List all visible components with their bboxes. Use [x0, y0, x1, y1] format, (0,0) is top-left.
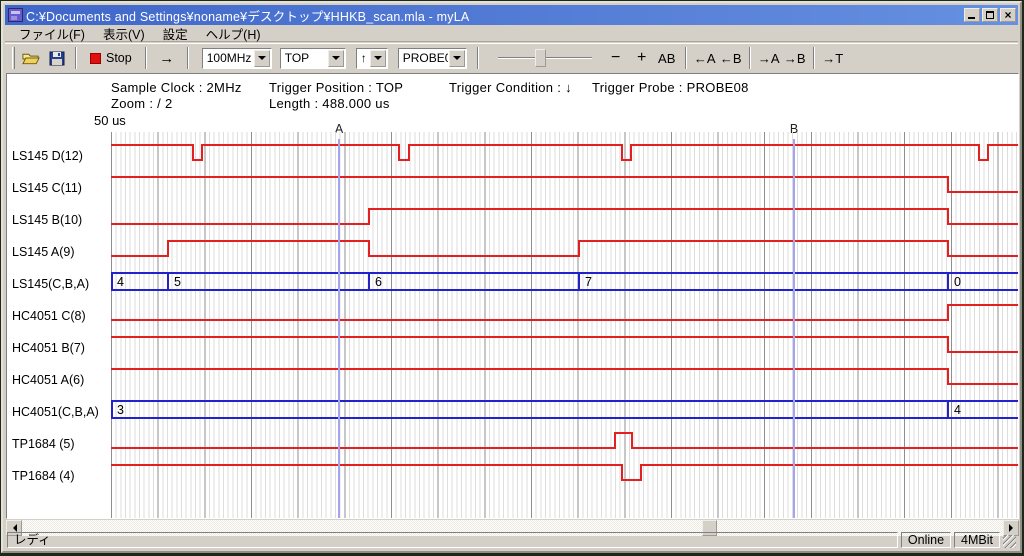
zoom-slider[interactable]: [498, 48, 592, 68]
digital-trace: [111, 241, 1018, 256]
stop-label: Stop: [106, 51, 132, 65]
toolbar-separator: [187, 47, 189, 69]
chevron-down-icon[interactable]: [370, 50, 386, 67]
trigger-probe-info: Trigger Probe : PROBE08: [592, 80, 749, 95]
status-bar: レディ Online 4MBit: [5, 530, 1018, 549]
bus-value: 4: [954, 403, 961, 417]
bus-trace: 4 5 6 7 0: [111, 273, 1018, 290]
run-button[interactable]: →: [152, 47, 182, 69]
trigger-position-combo[interactable]: TOP: [280, 48, 346, 69]
maximize-button[interactable]: [982, 8, 998, 22]
length-info: Length : 488.000 us: [269, 96, 390, 111]
trigger-condition-info: Trigger Condition : ↓: [449, 80, 572, 95]
channel-label: HC4051 A(6): [12, 372, 110, 388]
menu-settings[interactable]: 設定: [155, 23, 196, 44]
resize-grip[interactable]: [1003, 535, 1016, 548]
app-window: C:¥Documents and Settings¥noname¥デスクトップ¥…: [1, 1, 1022, 553]
toolbar-separator: [813, 47, 815, 69]
bus-value: 7: [585, 275, 592, 289]
toolbar-grip: [12, 47, 15, 69]
trigger-probe-combo[interactable]: PROBE00: [398, 48, 467, 69]
bus-value: 5: [174, 275, 181, 289]
chevron-down-icon[interactable]: [449, 50, 465, 67]
trigger-edge-value: ↑: [357, 51, 369, 65]
trigger-probe-value: PROBE00: [399, 51, 448, 65]
toolbar: Stop → 100MHz TOP ↑ PROBE00 − + AB ←A: [5, 43, 1018, 72]
channel-label: TP1684 (4): [12, 468, 110, 484]
minimize-button[interactable]: [964, 8, 980, 22]
toolbar-separator: [477, 47, 479, 69]
trigger-position-info: Trigger Position : TOP: [269, 80, 403, 95]
channel-label: HC4051 C(8): [12, 308, 110, 324]
save-floppy-icon: [49, 51, 65, 66]
goto-b-back-button[interactable]: ←B: [718, 47, 744, 69]
sample-clock-value: 100MHz: [203, 51, 253, 65]
close-button[interactable]: ×: [1000, 8, 1016, 22]
bus-trace: 34: [111, 401, 1018, 418]
waveform-client-area: Sample Clock : 2MHz Trigger Position : T…: [6, 73, 1019, 519]
stop-square-icon: [90, 53, 101, 64]
sample-clock-info: Sample Clock : 2MHz: [111, 80, 242, 95]
app-icon: [8, 8, 23, 22]
sample-clock-combo[interactable]: 100MHz: [202, 48, 272, 69]
goto-trigger-button[interactable]: →T: [820, 47, 846, 69]
zoom-info: Zoom : / 2: [111, 96, 173, 111]
channel-label: TP1684 (5): [12, 436, 110, 452]
minimize-icon: [968, 17, 975, 19]
toolbar-separator: [75, 47, 77, 69]
chevron-down-icon[interactable]: [328, 50, 344, 67]
zoom-in-button[interactable]: +: [630, 47, 654, 69]
bus-value: 6: [375, 275, 382, 289]
timebase-label: 50 us: [94, 113, 126, 128]
trigger-position-value: TOP: [281, 51, 327, 65]
goto-a-back-button[interactable]: ←A: [692, 47, 718, 69]
save-button[interactable]: [44, 47, 70, 69]
bus-value: 0: [954, 275, 961, 289]
trigger-edge-combo[interactable]: ↑: [356, 48, 388, 69]
digital-trace: [111, 209, 1018, 224]
waveform-traces: 4567034: [111, 132, 1018, 519]
status-memory-badge: 4MBit: [954, 532, 1000, 548]
chevron-down-icon[interactable]: [254, 50, 270, 67]
goto-a-fwd-button[interactable]: →A: [756, 47, 782, 69]
channel-label: HC4051(C,B,A): [12, 404, 110, 420]
channel-label: LS145 C(11): [12, 180, 110, 196]
bus-value: 3: [117, 403, 124, 417]
digital-trace: [111, 433, 1018, 448]
digital-trace: [111, 145, 1018, 160]
toolbar-separator: [685, 47, 687, 69]
zoom-out-button[interactable]: −: [604, 47, 628, 69]
ab-button[interactable]: AB: [654, 47, 680, 69]
digital-trace: [111, 465, 1018, 480]
menu-bar: ファイル(F) 表示(V) 設定 ヘルプ(H): [5, 25, 1018, 42]
digital-trace: [111, 305, 1018, 320]
bus-value: 4: [117, 275, 124, 289]
status-online-badge: Online: [901, 532, 951, 548]
menu-help[interactable]: ヘルプ(H): [198, 23, 269, 44]
channel-label: HC4051 B(7): [12, 340, 110, 356]
channel-label: LS145 D(12): [12, 148, 110, 164]
close-icon: ×: [1001, 8, 1015, 22]
channel-label: LS145 A(9): [12, 244, 110, 260]
zoom-slider-thumb[interactable]: [535, 49, 546, 67]
channel-label: LS145(C,B,A): [12, 276, 110, 292]
open-file-button[interactable]: [18, 47, 44, 69]
status-ready: レディ: [7, 532, 898, 548]
menu-view[interactable]: 表示(V): [95, 23, 153, 44]
stop-button[interactable]: Stop: [82, 47, 140, 69]
channel-label: LS145 B(10): [12, 212, 110, 228]
goto-b-fwd-button[interactable]: →B: [782, 47, 808, 69]
digital-trace: [111, 369, 1018, 384]
digital-trace: [111, 177, 1018, 192]
digital-trace: [111, 337, 1018, 352]
waveform-plot[interactable]: 4567034: [111, 132, 1018, 519]
maximize-icon: [986, 11, 994, 19]
menu-file[interactable]: ファイル(F): [11, 23, 93, 44]
toolbar-separator: [749, 47, 751, 69]
open-folder-icon: [22, 51, 40, 66]
toolbar-separator: [145, 47, 147, 69]
